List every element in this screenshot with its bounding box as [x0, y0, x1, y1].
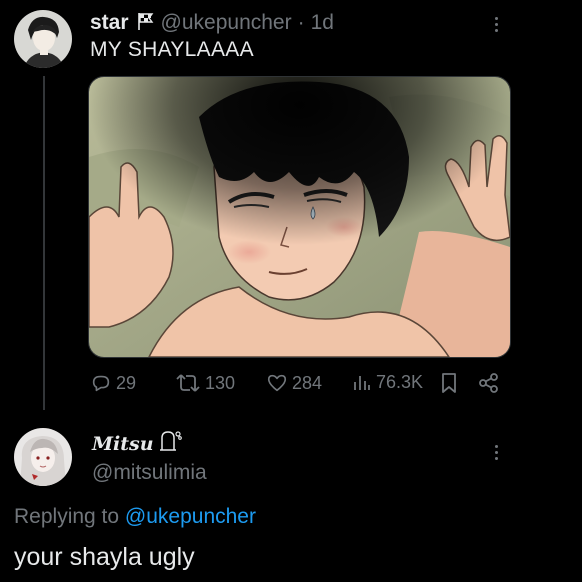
tweet-media-image[interactable]	[88, 76, 511, 358]
retweet-count: 130	[205, 372, 236, 393]
heart-icon	[267, 374, 287, 392]
view-count: 76.3K	[376, 372, 424, 392]
like-count: 284	[292, 372, 323, 393]
reply-header: Mitsu	[92, 430, 182, 457]
flag-icon	[135, 11, 155, 36]
reply-author-name[interactable]: Mitsu	[92, 433, 154, 455]
replying-to: Replying to @ukepuncher	[14, 505, 256, 529]
share-icon	[479, 373, 498, 393]
replying-prefix: Replying to	[14, 505, 120, 528]
tweet-header: star @ukepuncher · 1d	[90, 9, 334, 36]
thread-line	[43, 76, 45, 410]
bookmark-button[interactable]	[440, 372, 458, 394]
timestamp[interactable]: 1d	[311, 11, 334, 35]
tombstone-icon	[158, 430, 182, 457]
retweet-icon	[176, 374, 200, 392]
retweet-action[interactable]: 130	[175, 372, 235, 394]
manga-illustration	[89, 77, 510, 357]
author-name[interactable]: star	[90, 11, 129, 35]
tweet-text: MY SHAYLAAAA	[90, 38, 254, 61]
reply-author-handle[interactable]: @mitsulimia	[92, 461, 207, 485]
author-handle[interactable]: @ukepuncher	[161, 11, 292, 35]
bookmark-icon	[442, 373, 456, 393]
replying-handle-link[interactable]: @ukepuncher	[125, 505, 256, 528]
avatar[interactable]	[14, 10, 72, 68]
views-action[interactable]: 76.3K	[352, 372, 423, 393]
reply-more-options-icon[interactable]	[490, 442, 502, 463]
reply-icon	[92, 375, 110, 392]
reply-avatar[interactable]	[14, 428, 72, 486]
like-action[interactable]: 284	[266, 372, 322, 394]
more-options-icon[interactable]	[490, 14, 502, 35]
views-icon	[354, 375, 370, 390]
separator: ·	[297, 10, 305, 34]
share-button[interactable]	[478, 372, 500, 394]
reply-count: 29	[116, 372, 137, 393]
reply-text: your shayla ugly	[14, 543, 195, 571]
reply-action[interactable]: 29	[90, 372, 136, 394]
